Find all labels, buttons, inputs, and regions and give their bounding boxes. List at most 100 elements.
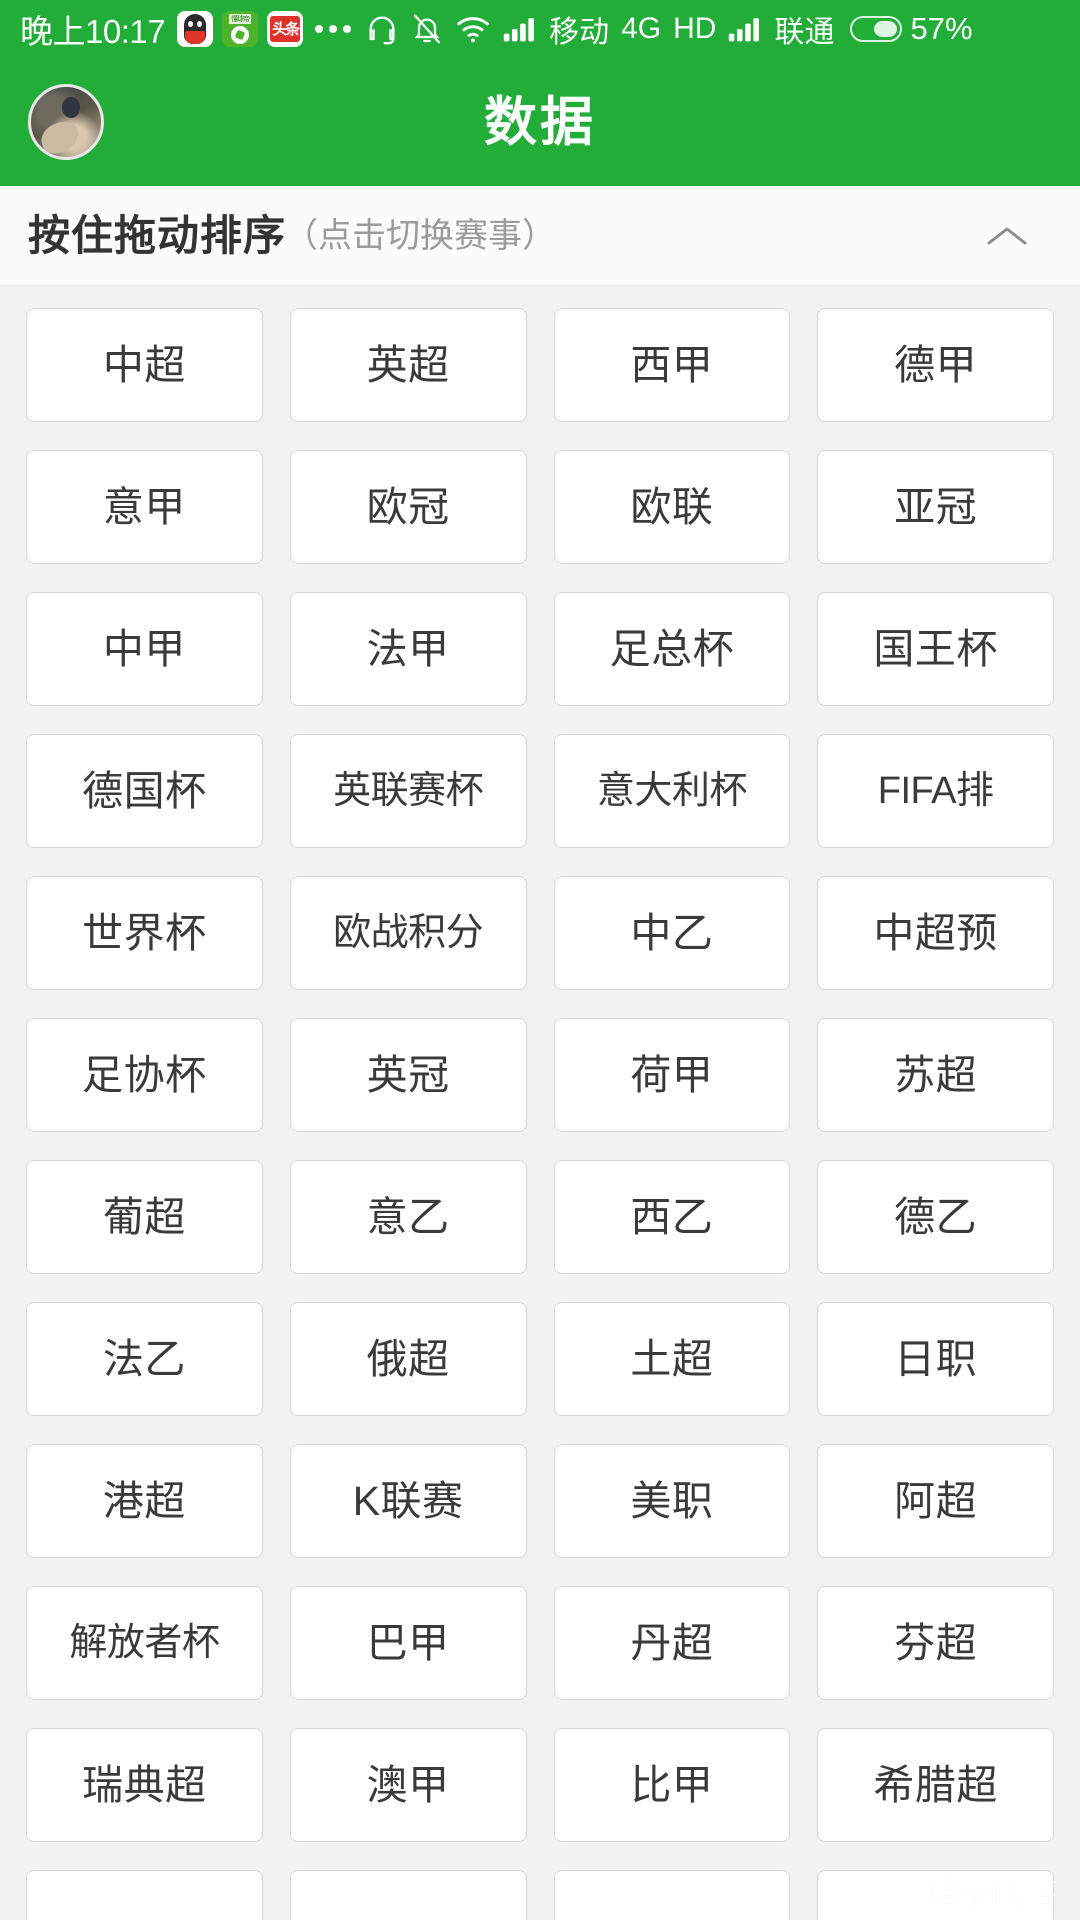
league-tile[interactable]: 解放者杯 <box>26 1586 263 1700</box>
league-tile-label: 世界杯 <box>82 909 207 956</box>
page-title: 数据 <box>484 92 596 152</box>
league-tile-label: 丹超 <box>630 1619 714 1666</box>
league-tile[interactable]: 土超 <box>553 1302 791 1416</box>
league-tile[interactable]: 法甲 <box>289 592 527 706</box>
league-tile[interactable] <box>553 1870 791 1920</box>
league-tile[interactable]: 英冠 <box>289 1018 527 1132</box>
league-tile-label: 法甲 <box>366 625 450 672</box>
league-tile[interactable]: 意甲 <box>26 450 263 564</box>
league-tile[interactable]: 亚冠 <box>817 450 1054 564</box>
league-tile-label: 葡超 <box>102 1193 186 1240</box>
league-tile-label: 足协杯 <box>82 1051 207 1098</box>
toutiao-icon: 头条 <box>267 11 304 47</box>
league-tile-label: 意乙 <box>366 1193 450 1240</box>
league-tile-label: 俄超 <box>366 1335 450 1382</box>
chevron-up-icon[interactable] <box>980 209 1034 263</box>
league-tile-label: 瑞典超 <box>82 1761 207 1808</box>
status-clock: 晚上10:17 <box>20 13 166 50</box>
status-network-type: 4G <box>621 12 662 45</box>
status-carrier-secondary: 联通 <box>774 16 835 49</box>
league-tile-label: K联赛 <box>352 1477 464 1524</box>
league-tile-label: FIFA排 <box>877 770 994 812</box>
league-tile[interactable]: 港超 <box>26 1444 263 1558</box>
sort-hint-bar[interactable]: 按住拖动排序 （点击切换赛事） <box>0 186 1080 286</box>
league-tile[interactable]: 英超 <box>289 308 527 422</box>
league-tile-label: 法乙 <box>102 1335 186 1382</box>
league-tile[interactable]: 英联赛杯 <box>289 734 527 848</box>
league-tile[interactable]: 俄超 <box>289 1302 527 1416</box>
league-tile-label: 阿超 <box>894 1477 978 1524</box>
league-tile[interactable]: 国王杯 <box>817 592 1054 706</box>
league-tile[interactable]: 芬超 <box>817 1586 1054 1700</box>
league-tile[interactable]: 中甲 <box>26 592 263 706</box>
league-tile[interactable]: 德甲 <box>817 308 1054 422</box>
league-tile-label: 西乙 <box>630 1193 714 1240</box>
league-tile[interactable]: 日职 <box>817 1302 1054 1416</box>
league-tile-label: 解放者杯 <box>69 1622 220 1664</box>
league-tile[interactable] <box>289 1870 527 1920</box>
league-tile[interactable]: 足总杯 <box>553 592 791 706</box>
league-tile[interactable]: 荷甲 <box>553 1018 791 1132</box>
league-tile-label: 德乙 <box>894 1193 978 1240</box>
league-tile[interactable]: 意大利杯 <box>553 734 791 848</box>
status-app-icons: 懂球帝 头条 <box>177 11 304 47</box>
league-tile[interactable] <box>26 1870 263 1920</box>
league-tile-label: 意大利杯 <box>596 770 748 812</box>
league-tile[interactable]: 欧联 <box>553 450 791 564</box>
league-tile[interactable]: 美职 <box>553 1444 791 1558</box>
league-tile-label: 英冠 <box>366 1051 450 1098</box>
league-tile[interactable]: 比甲 <box>553 1728 791 1842</box>
league-tile[interactable] <box>817 1870 1054 1920</box>
league-tile-label: 国王杯 <box>873 625 998 672</box>
league-tile[interactable]: 西甲 <box>553 308 791 422</box>
league-tile-label: 希腊超 <box>873 1761 998 1808</box>
league-tile[interactable]: 世界杯 <box>26 876 263 990</box>
league-tile-label: 英超 <box>366 341 450 388</box>
league-tile-label: 美职 <box>630 1477 714 1524</box>
league-tile-label: 亚冠 <box>894 483 978 530</box>
league-tile[interactable]: 中超 <box>26 308 263 422</box>
league-grid: 中超 英超 西甲 德甲意甲 欧冠 欧联 亚冠中甲 法甲 足总杯 国王杯德国杯 英联赛杯 意大利杯 FIF… <box>26 308 1054 1920</box>
signal-bars-secondary-icon <box>729 18 760 42</box>
status-hd-label: HD <box>673 12 717 45</box>
league-tile-label: 欧冠 <box>366 483 450 530</box>
league-tile[interactable]: 希腊超 <box>817 1728 1054 1842</box>
league-tile-label: 中乙 <box>630 909 714 956</box>
league-tile[interactable]: 中超预 <box>817 876 1054 990</box>
league-tile-label: 欧联 <box>630 483 714 530</box>
league-tile[interactable]: 苏超 <box>817 1018 1054 1132</box>
league-tile[interactable]: 欧冠 <box>289 450 527 564</box>
qq-icon <box>177 11 214 47</box>
league-tile[interactable]: 足协杯 <box>26 1018 263 1132</box>
league-tile[interactable]: K联赛 <box>289 1444 527 1558</box>
league-tile[interactable]: 澳甲 <box>289 1728 527 1842</box>
league-tile[interactable]: 德国杯 <box>26 734 263 848</box>
battery-icon <box>850 16 903 42</box>
league-tile-label: 澳甲 <box>366 1761 450 1808</box>
league-tile[interactable]: 意乙 <box>289 1160 527 1274</box>
headset-icon <box>369 16 395 45</box>
league-tile-label: 英联赛杯 <box>333 770 484 812</box>
league-tile[interactable]: 巴甲 <box>289 1586 527 1700</box>
league-tile[interactable]: 欧战积分 <box>289 876 527 990</box>
league-tile[interactable]: 葡超 <box>26 1160 263 1274</box>
status-bar: 晚上10:17 懂球帝 头条 移动 4G HD 联通 57% <box>0 0 1080 58</box>
league-tile[interactable]: 阿超 <box>817 1444 1054 1558</box>
user-avatar[interactable] <box>28 84 104 160</box>
league-tile-label: 土超 <box>630 1335 714 1382</box>
league-tile-label: 巴甲 <box>366 1619 450 1666</box>
league-tile[interactable]: 中乙 <box>553 876 791 990</box>
bell-muted-icon <box>413 14 441 44</box>
league-tile-label: 日职 <box>894 1335 978 1382</box>
league-tile[interactable]: FIFA排 <box>817 734 1054 848</box>
league-tile[interactable]: 西乙 <box>553 1160 791 1274</box>
wifi-icon <box>457 17 489 43</box>
league-tile[interactable]: 德乙 <box>817 1160 1054 1274</box>
league-tile[interactable]: 瑞典超 <box>26 1728 263 1842</box>
league-tile-label: 中超预 <box>873 909 998 956</box>
league-tile[interactable]: 丹超 <box>553 1586 791 1700</box>
league-tile-label: 意甲 <box>102 483 186 530</box>
sort-hint-sub-label: （点击切换赛事） <box>284 216 557 255</box>
league-tile-label: 港超 <box>102 1477 186 1524</box>
league-tile[interactable]: 法乙 <box>26 1302 263 1416</box>
